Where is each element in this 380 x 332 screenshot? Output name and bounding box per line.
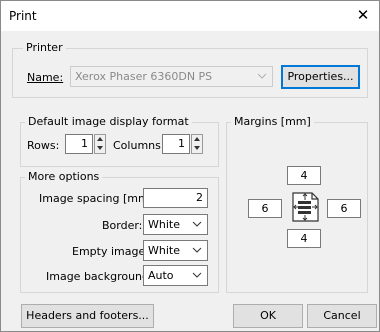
rows-spinner[interactable] xyxy=(94,134,106,154)
image-spacing-input[interactable]: 2 xyxy=(143,188,208,208)
image-background-label: Image background: xyxy=(46,270,153,283)
border-select[interactable]: White xyxy=(143,214,208,235)
spin-up-icon[interactable] xyxy=(95,135,105,143)
page-margins-icon xyxy=(292,192,319,222)
margin-left-input[interactable]: 6 xyxy=(248,199,282,218)
rows-label: Rows: xyxy=(27,139,60,152)
columns-spinner[interactable] xyxy=(191,134,203,154)
chevron-down-icon xyxy=(192,272,202,278)
chevron-down-icon xyxy=(192,247,202,253)
properties-button-label: Properties... xyxy=(287,70,354,83)
properties-button[interactable]: Properties... xyxy=(281,65,360,89)
title-bar: Print ✕ xyxy=(1,1,379,31)
cancel-button-label: Cancel xyxy=(323,309,361,322)
printer-name-label: Name: xyxy=(27,71,64,84)
printer-select[interactable]: Xerox Phaser 6360DN PS xyxy=(70,66,273,87)
empty-image-select[interactable]: White xyxy=(143,240,208,261)
spin-up-icon[interactable] xyxy=(192,135,202,143)
image-background-select[interactable]: Auto xyxy=(143,265,208,286)
dialog-title: Print xyxy=(9,9,37,23)
ok-button[interactable]: OK xyxy=(233,304,303,328)
columns-input[interactable]: 1 xyxy=(162,134,190,154)
margins-group-label: Margins [mm] xyxy=(231,115,314,128)
border-label: Border: xyxy=(102,219,143,232)
chevron-down-icon xyxy=(257,73,267,79)
more-options-group-label: More options xyxy=(25,170,103,183)
spin-down-icon[interactable] xyxy=(95,144,105,152)
cancel-button[interactable]: Cancel xyxy=(307,304,377,328)
print-dialog: Print ✕ Printer Name: Xerox Phaser 6360D… xyxy=(0,0,380,332)
spin-down-icon[interactable] xyxy=(192,144,202,152)
printer-select-value: Xerox Phaser 6360DN PS xyxy=(75,70,213,83)
empty-image-label: Empty image: xyxy=(72,245,149,258)
image-background-select-value: Auto xyxy=(148,269,174,282)
chevron-down-icon xyxy=(192,221,202,227)
ok-button-label: OK xyxy=(260,309,276,322)
margin-right-input[interactable]: 6 xyxy=(327,199,361,218)
columns-label: Columns: xyxy=(113,139,165,152)
printer-group-label: Printer xyxy=(23,41,66,54)
border-select-value: White xyxy=(148,218,180,231)
margin-bottom-input[interactable]: 4 xyxy=(287,229,321,248)
headers-footers-button[interactable]: Headers and footers... xyxy=(21,304,154,328)
display-format-group-label: Default image display format xyxy=(25,115,192,128)
empty-image-select-value: White xyxy=(148,244,180,257)
margin-top-input[interactable]: 4 xyxy=(287,166,321,185)
close-icon[interactable]: ✕ xyxy=(355,6,371,24)
image-spacing-label: Image spacing [mm]: xyxy=(39,192,157,205)
rows-input[interactable]: 1 xyxy=(65,134,93,154)
headers-footers-button-label: Headers and footers... xyxy=(26,309,149,322)
